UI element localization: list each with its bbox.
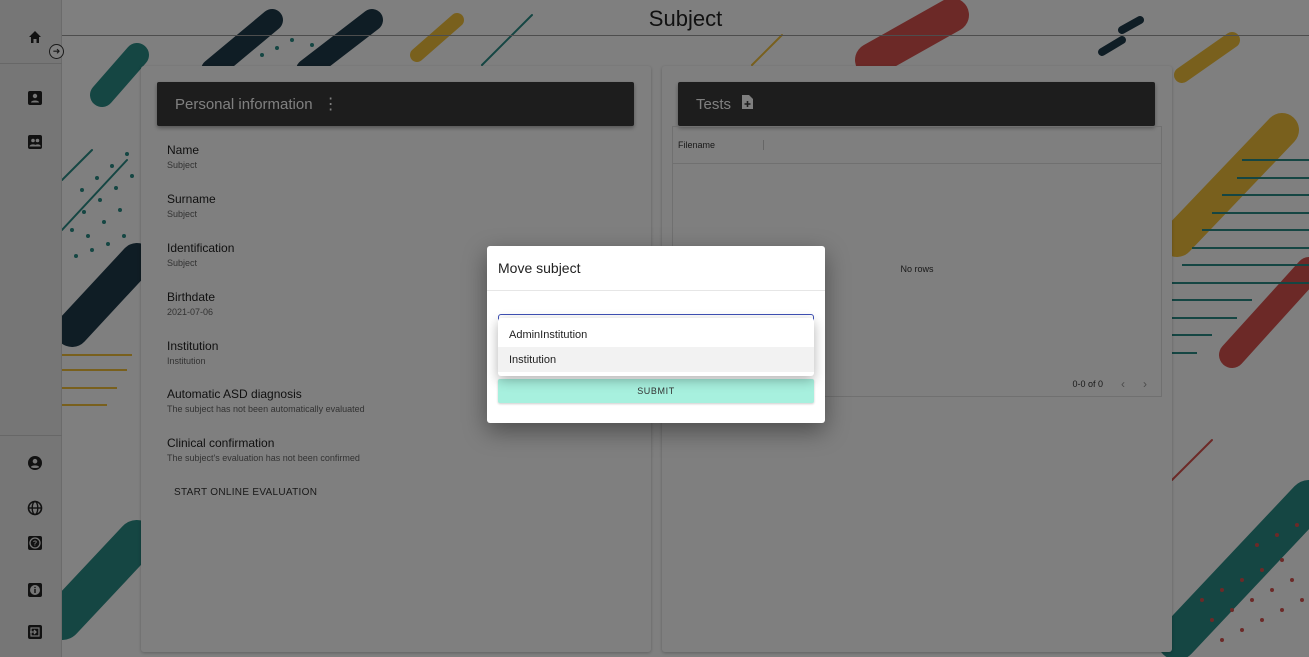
option-institution[interactable]: Institution bbox=[498, 347, 814, 372]
dialog-divider bbox=[487, 290, 825, 291]
institution-options-menu: AdminInstitution Institution bbox=[498, 318, 814, 376]
submit-button[interactable]: SUBMIT bbox=[498, 379, 814, 403]
option-admininstitution[interactable]: AdminInstitution bbox=[498, 322, 814, 347]
dialog-title: Move subject bbox=[498, 260, 581, 276]
